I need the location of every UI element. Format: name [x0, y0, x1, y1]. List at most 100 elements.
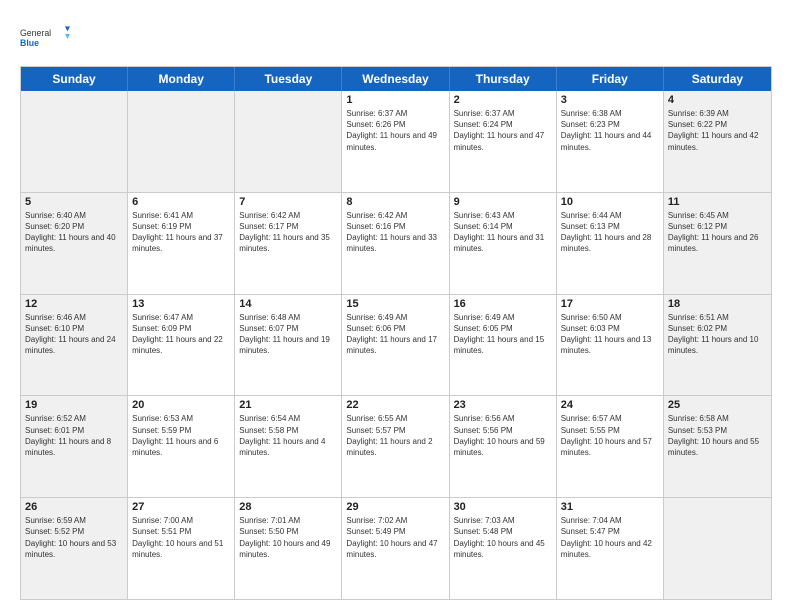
cell-info: Sunrise: 6:40 AM Sunset: 6:20 PM Dayligh… [25, 210, 123, 255]
cal-week-3: 12Sunrise: 6:46 AM Sunset: 6:10 PM Dayli… [21, 295, 771, 397]
cal-cell: 2 Sunrise: 6:37 AM Sunset: 6:24 PM Daylig… [450, 91, 557, 192]
cell-info: Sunrise: 6:56 AM Sunset: 5:56 PM Dayligh… [454, 413, 552, 458]
cell-info: Sunrise: 6:41 AM Sunset: 6:19 PM Dayligh… [132, 210, 230, 255]
day-number: 17 [561, 298, 659, 310]
cell-info: Sunrise: 6:58 AM Sunset: 5:53 PM Dayligh… [668, 413, 767, 458]
cal-cell: 27 Sunrise: 7:00 AM Sunset: 5:51 PM Dayli… [128, 498, 235, 599]
cal-cell: 11 Sunrise: 6:45 AM Sunset: 6:12 PM Dayli… [664, 193, 771, 294]
cell-info: Sunrise: 6:42 AM Sunset: 6:16 PM Dayligh… [346, 210, 444, 255]
day-number: 15 [346, 298, 444, 310]
cal-cell: 10 Sunrise: 6:44 AM Sunset: 6:13 PM Dayli… [557, 193, 664, 294]
cell-info: Sunrise: 7:03 AM Sunset: 5:48 PM Dayligh… [454, 515, 552, 560]
cal-header-saturday: Saturday [664, 67, 771, 91]
day-number: 11 [668, 196, 767, 208]
logo-svg: General Blue [20, 18, 70, 56]
cal-cell: 30 Sunrise: 7:03 AM Sunset: 5:48 PM Dayli… [450, 498, 557, 599]
calendar-header-row: SundayMondayTuesdayWednesdayThursdayFrid… [21, 67, 771, 91]
day-number: 8 [346, 196, 444, 208]
day-number: 5 [25, 196, 123, 208]
cal-cell: 3 Sunrise: 6:38 AM Sunset: 6:23 PM Daylig… [557, 91, 664, 192]
cell-info: Sunrise: 7:02 AM Sunset: 5:49 PM Dayligh… [346, 515, 444, 560]
day-number: 20 [132, 399, 230, 411]
cal-cell: 18 Sunrise: 6:51 AM Sunset: 6:02 PM Dayli… [664, 295, 771, 396]
day-number: 9 [454, 196, 552, 208]
cal-cell: 28 Sunrise: 7:01 AM Sunset: 5:50 PM Dayli… [235, 498, 342, 599]
cell-info: Sunrise: 7:01 AM Sunset: 5:50 PM Dayligh… [239, 515, 337, 560]
cell-info: Sunrise: 6:43 AM Sunset: 6:14 PM Dayligh… [454, 210, 552, 255]
day-number: 23 [454, 399, 552, 411]
cal-cell: 17 Sunrise: 6:50 AM Sunset: 6:03 PM Dayli… [557, 295, 664, 396]
calendar-body: 1 Sunrise: 6:37 AM Sunset: 6:26 PM Daylig… [21, 91, 771, 599]
day-number: 18 [668, 298, 767, 310]
cell-info: Sunrise: 6:59 AM Sunset: 5:52 PM Dayligh… [25, 515, 123, 560]
cell-info: Sunrise: 6:44 AM Sunset: 6:13 PM Dayligh… [561, 210, 659, 255]
cell-info: Sunrise: 6:42 AM Sunset: 6:17 PM Dayligh… [239, 210, 337, 255]
cal-cell: 14 Sunrise: 6:48 AM Sunset: 6:07 PM Dayli… [235, 295, 342, 396]
cal-cell: 4Sunrise: 6:39 AM Sunset: 6:22 PM Daylig… [664, 91, 771, 192]
page: General Blue SundayMondayTuesdayWednesda… [0, 0, 792, 612]
cal-cell: 9 Sunrise: 6:43 AM Sunset: 6:14 PM Daylig… [450, 193, 557, 294]
calendar: SundayMondayTuesdayWednesdayThursdayFrid… [20, 66, 772, 600]
cal-cell [128, 91, 235, 192]
cell-info: Sunrise: 6:48 AM Sunset: 6:07 PM Dayligh… [239, 312, 337, 357]
day-number: 29 [346, 501, 444, 513]
cal-cell [21, 91, 128, 192]
cell-info: Sunrise: 6:51 AM Sunset: 6:02 PM Dayligh… [668, 312, 767, 357]
cal-week-2: 5 Sunrise: 6:40 AM Sunset: 6:20 PM Daylig… [21, 193, 771, 295]
cal-cell: 20 Sunrise: 6:53 AM Sunset: 5:59 PM Dayli… [128, 396, 235, 497]
cell-info: Sunrise: 7:04 AM Sunset: 5:47 PM Dayligh… [561, 515, 659, 560]
cal-cell: 15 Sunrise: 6:49 AM Sunset: 6:06 PM Dayli… [342, 295, 449, 396]
cell-info: Sunrise: 6:37 AM Sunset: 6:26 PM Dayligh… [346, 108, 444, 153]
cal-cell: 7Sunrise: 6:42 AM Sunset: 6:17 PM Daylig… [235, 193, 342, 294]
day-number: 2 [454, 94, 552, 106]
cal-cell: 13Sunrise: 6:47 AM Sunset: 6:09 PM Dayli… [128, 295, 235, 396]
day-number: 28 [239, 501, 337, 513]
cal-header-friday: Friday [557, 67, 664, 91]
cal-cell: 21 Sunrise: 6:54 AM Sunset: 5:58 PM Dayli… [235, 396, 342, 497]
cal-header-monday: Monday [128, 67, 235, 91]
cell-info: Sunrise: 6:53 AM Sunset: 5:59 PM Dayligh… [132, 413, 230, 458]
cal-cell: 29 Sunrise: 7:02 AM Sunset: 5:49 PM Dayli… [342, 498, 449, 599]
day-number: 30 [454, 501, 552, 513]
cal-header-sunday: Sunday [21, 67, 128, 91]
day-number: 24 [561, 399, 659, 411]
svg-text:General: General [20, 28, 51, 38]
cell-info: Sunrise: 6:37 AM Sunset: 6:24 PM Dayligh… [454, 108, 552, 153]
cell-info: Sunrise: 6:39 AM Sunset: 6:22 PM Dayligh… [668, 108, 767, 153]
cal-week-5: 26 Sunrise: 6:59 AM Sunset: 5:52 PM Dayli… [21, 498, 771, 599]
day-number: 25 [668, 399, 767, 411]
header: General Blue [20, 18, 772, 56]
cal-cell: 26 Sunrise: 6:59 AM Sunset: 5:52 PM Dayli… [21, 498, 128, 599]
cell-info: Sunrise: 7:00 AM Sunset: 5:51 PM Dayligh… [132, 515, 230, 560]
cal-cell: 23 Sunrise: 6:56 AM Sunset: 5:56 PM Dayli… [450, 396, 557, 497]
cal-header-wednesday: Wednesday [342, 67, 449, 91]
cell-info: Sunrise: 6:47 AM Sunset: 6:09 PM Dayligh… [132, 312, 230, 357]
day-number: 3 [561, 94, 659, 106]
day-number: 31 [561, 501, 659, 513]
cell-info: Sunrise: 6:57 AM Sunset: 5:55 PM Dayligh… [561, 413, 659, 458]
day-number: 27 [132, 501, 230, 513]
cell-info: Sunrise: 6:54 AM Sunset: 5:58 PM Dayligh… [239, 413, 337, 458]
day-number: 1 [346, 94, 444, 106]
day-number: 10 [561, 196, 659, 208]
day-number: 14 [239, 298, 337, 310]
cell-info: Sunrise: 6:45 AM Sunset: 6:12 PM Dayligh… [668, 210, 767, 255]
cell-info: Sunrise: 6:49 AM Sunset: 6:05 PM Dayligh… [454, 312, 552, 357]
cell-info: Sunrise: 6:38 AM Sunset: 6:23 PM Dayligh… [561, 108, 659, 153]
cal-week-1: 1 Sunrise: 6:37 AM Sunset: 6:26 PM Daylig… [21, 91, 771, 193]
cell-info: Sunrise: 6:55 AM Sunset: 5:57 PM Dayligh… [346, 413, 444, 458]
cell-info: Sunrise: 6:49 AM Sunset: 6:06 PM Dayligh… [346, 312, 444, 357]
cal-cell: 5 Sunrise: 6:40 AM Sunset: 6:20 PM Daylig… [21, 193, 128, 294]
cal-cell: 6Sunrise: 6:41 AM Sunset: 6:19 PM Daylig… [128, 193, 235, 294]
cell-info: Sunrise: 6:50 AM Sunset: 6:03 PM Dayligh… [561, 312, 659, 357]
cal-header-thursday: Thursday [450, 67, 557, 91]
cal-cell: 19Sunrise: 6:52 AM Sunset: 6:01 PM Dayli… [21, 396, 128, 497]
cal-week-4: 19Sunrise: 6:52 AM Sunset: 6:01 PM Dayli… [21, 396, 771, 498]
day-number: 12 [25, 298, 123, 310]
cal-header-tuesday: Tuesday [235, 67, 342, 91]
cal-cell: 25 Sunrise: 6:58 AM Sunset: 5:53 PM Dayli… [664, 396, 771, 497]
day-number: 26 [25, 501, 123, 513]
day-number: 21 [239, 399, 337, 411]
cal-cell: 22 Sunrise: 6:55 AM Sunset: 5:57 PM Dayli… [342, 396, 449, 497]
day-number: 22 [346, 399, 444, 411]
